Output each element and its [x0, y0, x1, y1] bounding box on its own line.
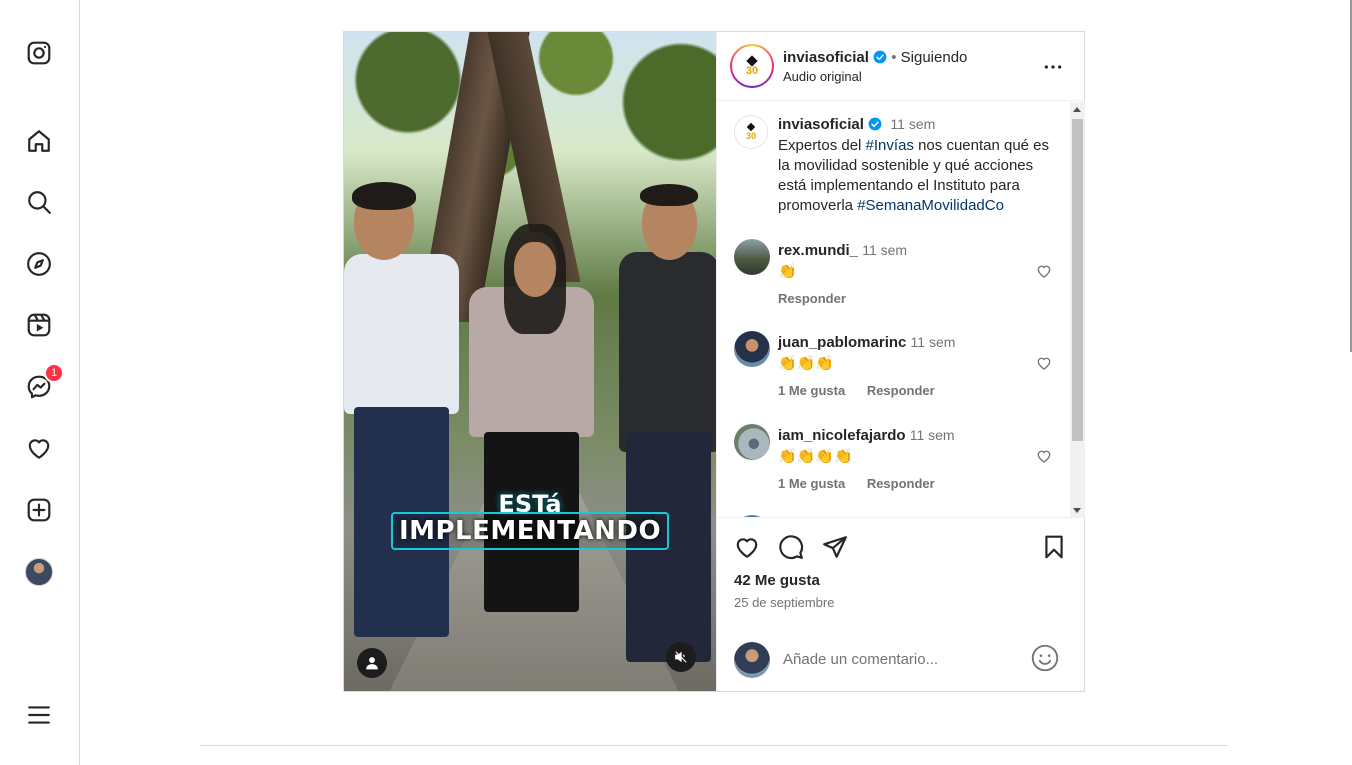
- following-button[interactable]: Siguiendo: [901, 49, 968, 66]
- post-header: 30 inviasoficial • Siguiendo Audio origi…: [717, 32, 1085, 101]
- share-paper-plane-icon[interactable]: [822, 534, 848, 560]
- home-icon[interactable]: [24, 126, 54, 156]
- comment-text: 👏: [778, 263, 797, 280]
- sidebar: 1: [0, 0, 80, 765]
- create-plus-icon[interactable]: [24, 495, 54, 525]
- post-panel: 30 inviasoficial • Siguiendo Audio origi…: [716, 32, 1085, 691]
- post-video[interactable]: ESTá IMPLEMENTANDO: [344, 32, 716, 691]
- caption-text-part: Expertos del: [778, 137, 866, 154]
- commenter-avatar[interactable]: [734, 515, 770, 517]
- video-caption-big: IMPLEMENTANDO: [344, 512, 716, 550]
- add-comment-bar: [717, 630, 1085, 691]
- post-actions: 42 Me gusta 25 de septiembre: [717, 519, 1085, 629]
- scroll-down-arrow[interactable]: [1073, 508, 1081, 513]
- profile-avatar[interactable]: [24, 557, 54, 587]
- author-avatar[interactable]: 30: [730, 44, 774, 88]
- comment-username[interactable]: juan_pablomarinc: [778, 334, 906, 351]
- comment-time[interactable]: 11 sem: [911, 334, 956, 350]
- comment-bubble-icon[interactable]: [778, 534, 804, 560]
- likes-count[interactable]: 42 Me gusta: [734, 572, 820, 589]
- comment-actions: 1 Me gusta Responder: [778, 476, 953, 491]
- comment-username[interactable]: rex.mundi_: [778, 242, 858, 259]
- author-username[interactable]: inviasoficial: [783, 49, 869, 66]
- divider: [200, 745, 1228, 746]
- header-separator: •: [891, 49, 897, 66]
- reply-button[interactable]: Responder: [867, 383, 935, 398]
- tagged-users-button[interactable]: [357, 648, 387, 678]
- comment-input[interactable]: [783, 647, 1023, 671]
- reply-button[interactable]: Responder: [867, 476, 935, 491]
- comment-likes[interactable]: 1 Me gusta: [778, 383, 845, 398]
- mute-button[interactable]: [666, 642, 696, 672]
- comment-actions: Responder: [778, 291, 864, 306]
- commenter-avatar[interactable]: [734, 331, 770, 367]
- notifications-heart-icon[interactable]: [24, 433, 54, 463]
- header-author: inviasoficial • Siguiendo: [783, 49, 967, 66]
- comment-text: 👏👏👏: [778, 355, 835, 372]
- save-bookmark-icon[interactable]: [1041, 534, 1067, 560]
- video-caption-big-text: IMPLEMENTANDO: [390, 512, 670, 550]
- comment-time[interactable]: 11 sem: [862, 242, 907, 258]
- like-comment-heart-icon[interactable]: [1036, 448, 1052, 464]
- search-icon[interactable]: [24, 187, 54, 217]
- hashtag-link[interactable]: #Invías: [866, 137, 914, 154]
- verified-badge-icon: [868, 117, 882, 131]
- post-date[interactable]: 25 de septiembre: [734, 595, 834, 610]
- more-options-icon[interactable]: [1041, 55, 1065, 79]
- scroll-thumb[interactable]: [1072, 119, 1083, 441]
- caption-avatar[interactable]: 30: [734, 115, 768, 149]
- verified-badge-icon: [873, 50, 887, 64]
- muted-speaker-icon: [675, 651, 687, 663]
- comment-time[interactable]: 11 sem: [910, 427, 955, 443]
- messenger-icon[interactable]: 1: [24, 363, 64, 402]
- commenter-avatar[interactable]: [734, 239, 770, 275]
- user-icon: [366, 657, 378, 670]
- reels-icon[interactable]: [24, 310, 54, 340]
- comment-author: rex.mundi_ 11 sem: [778, 242, 907, 259]
- more-menu-icon[interactable]: [24, 700, 54, 730]
- messages-badge: 1: [44, 363, 64, 383]
- comments-scrollbar[interactable]: [1070, 102, 1085, 517]
- explore-compass-icon[interactable]: [24, 249, 54, 279]
- scroll-up-arrow[interactable]: [1073, 107, 1081, 112]
- audio-label[interactable]: Audio original: [783, 69, 862, 84]
- commenter-avatar[interactable]: [734, 424, 770, 460]
- instagram-logo-icon[interactable]: [24, 38, 54, 68]
- comment-author: juan_pablomarinc 11 sem: [778, 334, 955, 351]
- caption-text: Expertos del #Invías nos cuentan qué es …: [778, 136, 1058, 216]
- like-comment-heart-icon[interactable]: [1036, 263, 1052, 279]
- comment-text: 👏👏👏👏: [778, 448, 853, 465]
- like-comment-heart-icon[interactable]: [1036, 355, 1052, 371]
- comment-actions: 1 Me gusta Responder: [778, 383, 953, 398]
- emoji-icon[interactable]: [1031, 644, 1059, 672]
- caption-username[interactable]: inviasoficial: [778, 116, 864, 133]
- reply-button[interactable]: Responder: [778, 291, 846, 306]
- current-user-avatar[interactable]: [734, 642, 770, 678]
- caption-author: inviasoficial 11 sem: [778, 116, 935, 133]
- comment-author: iam_nicolefajardo 11 sem: [778, 427, 955, 444]
- comments-list[interactable]: 30 inviasoficial 11 sem Expertos del #In…: [717, 102, 1085, 518]
- comment-username[interactable]: iam_nicolefajardo: [778, 427, 906, 444]
- like-heart-icon[interactable]: [734, 534, 760, 560]
- post-modal: ESTá IMPLEMENTANDO 30 inviasoficial • Si…: [343, 31, 1085, 692]
- caption-time[interactable]: 11 sem: [890, 116, 935, 132]
- comment-likes[interactable]: 1 Me gusta: [778, 476, 845, 491]
- hashtag-link[interactable]: #SemanaMovilidadCo: [857, 197, 1004, 214]
